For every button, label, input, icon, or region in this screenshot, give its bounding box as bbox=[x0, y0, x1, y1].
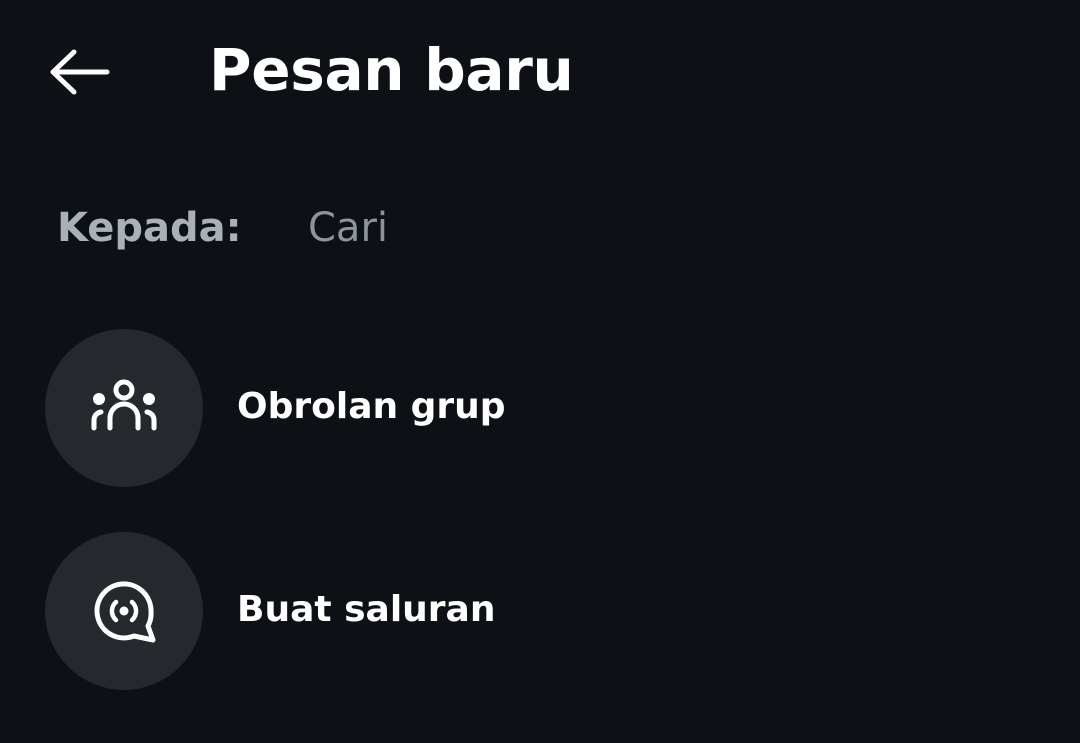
create-channel-label: Buat saluran bbox=[237, 589, 496, 630]
top-app-bar: Pesan baru bbox=[0, 0, 1080, 145]
create-channel-item[interactable]: Buat saluran bbox=[0, 521, 1080, 701]
search-input[interactable] bbox=[300, 199, 1048, 257]
group-chat-icon-circle bbox=[45, 329, 203, 487]
page-title: Pesan baru bbox=[209, 36, 574, 104]
arrow-left-icon bbox=[50, 49, 110, 95]
group-people-icon bbox=[91, 379, 157, 431]
recipient-label: Kepada: bbox=[57, 205, 242, 251]
group-chat-label: Obrolan grup bbox=[237, 386, 506, 427]
recipient-row: Kepada: bbox=[0, 185, 1080, 271]
broadcast-channel-icon bbox=[94, 581, 156, 643]
create-channel-icon-circle bbox=[45, 532, 203, 690]
group-chat-item[interactable]: Obrolan grup bbox=[0, 318, 1080, 498]
back-button[interactable] bbox=[36, 36, 122, 108]
